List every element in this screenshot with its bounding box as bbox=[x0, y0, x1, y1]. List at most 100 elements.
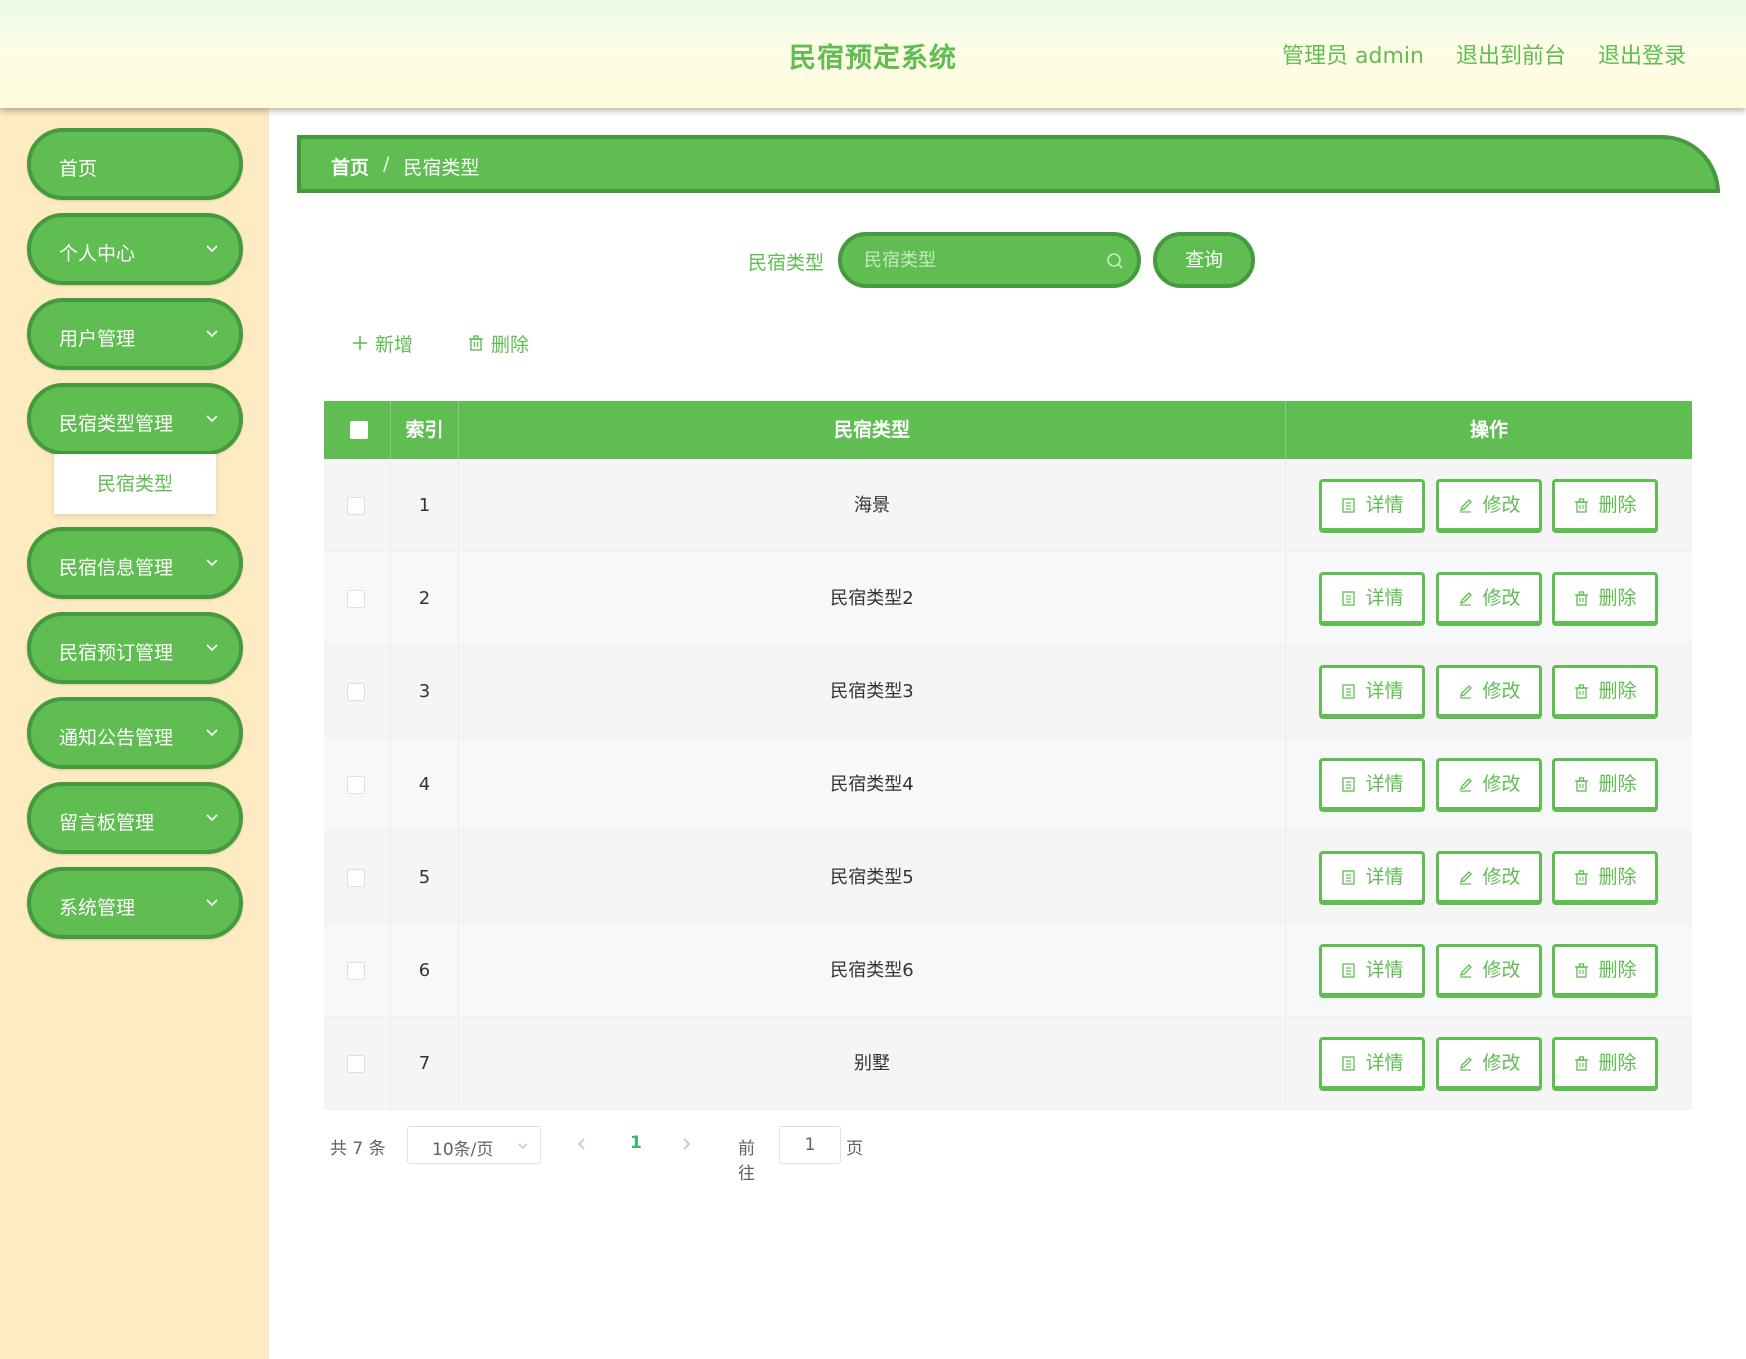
edit-button-label: 修改 bbox=[1482, 493, 1521, 516]
row-checkbox[interactable] bbox=[347, 869, 365, 887]
detail-button[interactable]: 详情 bbox=[1319, 851, 1425, 905]
current-page[interactable]: 1 bbox=[630, 1133, 642, 1153]
sidebar-item-label: 系统管理 bbox=[59, 897, 136, 919]
delete-button-label: 删除 bbox=[1598, 772, 1637, 795]
page-size-select[interactable]: 10条/页 bbox=[407, 1126, 541, 1164]
trash-icon bbox=[1575, 497, 1589, 513]
row-select-cell bbox=[324, 459, 391, 552]
delete-button[interactable]: 删除 bbox=[1552, 665, 1658, 719]
delete-button[interactable]: 删除 bbox=[1552, 479, 1658, 533]
edit-button[interactable]: 修改 bbox=[1436, 851, 1542, 905]
document-icon bbox=[1342, 776, 1356, 792]
detail-button-label: 详情 bbox=[1365, 493, 1404, 516]
row-homestay-type: 民宿类型3 bbox=[459, 645, 1286, 738]
sidebar-item-personal-center[interactable]: 个人中心 bbox=[27, 213, 243, 285]
breadcrumb-separator: / bbox=[383, 153, 390, 175]
edit-button[interactable]: 修改 bbox=[1436, 944, 1542, 998]
batch-delete-button[interactable]: 删除 bbox=[467, 328, 529, 358]
query-button[interactable]: 查询 bbox=[1153, 232, 1255, 288]
delete-button[interactable]: 删除 bbox=[1552, 851, 1658, 905]
detail-button[interactable]: 详情 bbox=[1319, 1037, 1425, 1091]
homestay-type-table: 索引 民宿类型 操作 1 海景 详情 修改 删除 2 民宿类型2 详情 修改 删除 3 民宿类型3 详情… bbox=[324, 401, 1692, 1110]
document-icon bbox=[1342, 1055, 1356, 1071]
row-homestay-type: 民宿类型4 bbox=[459, 738, 1286, 831]
row-checkbox[interactable] bbox=[347, 590, 365, 608]
delete-button[interactable]: 删除 bbox=[1552, 758, 1658, 812]
detail-button[interactable]: 详情 bbox=[1319, 758, 1425, 812]
header-links: 管理员 admin 退出到前台 退出登录 bbox=[1282, 38, 1686, 70]
row-select-cell bbox=[324, 831, 391, 924]
back-to-frontend-link[interactable]: 退出到前台 bbox=[1456, 38, 1566, 70]
sidebar-item-system-management[interactable]: 系统管理 bbox=[27, 867, 243, 939]
chevron-down-icon bbox=[206, 814, 218, 822]
detail-button-label: 详情 bbox=[1365, 679, 1404, 702]
edit-button[interactable]: 修改 bbox=[1436, 572, 1542, 626]
add-button[interactable]: 新增 bbox=[351, 328, 413, 358]
delete-button[interactable]: 删除 bbox=[1552, 944, 1658, 998]
delete-button-label: 删除 bbox=[1598, 586, 1637, 609]
breadcrumb: 首页 / 民宿类型 bbox=[331, 153, 479, 180]
breadcrumb-home[interactable]: 首页 bbox=[331, 153, 369, 180]
sidebar-item-label: 民宿类型管理 bbox=[59, 413, 174, 435]
row-checkbox[interactable] bbox=[347, 962, 365, 980]
edit-button[interactable]: 修改 bbox=[1436, 665, 1542, 719]
logout-link[interactable]: 退出登录 bbox=[1598, 38, 1686, 70]
chevron-down-icon bbox=[206, 729, 218, 737]
row-checkbox[interactable] bbox=[347, 1055, 365, 1073]
document-icon bbox=[1342, 497, 1356, 513]
row-checkbox[interactable] bbox=[347, 776, 365, 794]
sidebar-item-notice-management[interactable]: 通知公告管理 bbox=[27, 697, 243, 769]
submenu-item-homestay-type[interactable]: 民宿类型 bbox=[54, 454, 216, 514]
trash-icon bbox=[1575, 590, 1589, 606]
detail-button[interactable]: 详情 bbox=[1319, 944, 1425, 998]
search-field[interactable] bbox=[838, 232, 1141, 288]
sidebar-item-label: 民宿信息管理 bbox=[59, 557, 174, 579]
column-header-actions: 操作 bbox=[1469, 419, 1508, 441]
sidebar-item-homestay-info-management[interactable]: 民宿信息管理 bbox=[27, 527, 243, 599]
row-index: 4 bbox=[391, 738, 459, 831]
detail-button[interactable]: 详情 bbox=[1319, 479, 1425, 533]
row-select-cell bbox=[324, 645, 391, 738]
row-checkbox[interactable] bbox=[347, 497, 365, 515]
row-select-cell bbox=[324, 552, 391, 645]
edit-icon bbox=[1460, 870, 1473, 885]
search-input[interactable] bbox=[864, 246, 1094, 274]
sidebar-item-home[interactable]: 首页 bbox=[27, 128, 243, 200]
row-homestay-type: 民宿类型5 bbox=[459, 831, 1286, 924]
sidebar-item-label: 民宿预订管理 bbox=[59, 642, 174, 664]
sidebar-item-homestay-type-management[interactable]: 民宿类型管理 bbox=[27, 383, 243, 455]
page-suffix: 页 bbox=[846, 1139, 863, 1159]
row-index: 5 bbox=[391, 831, 459, 924]
detail-button-label: 详情 bbox=[1365, 586, 1404, 609]
select-all-checkbox[interactable] bbox=[350, 421, 368, 439]
table-row: 6 民宿类型6 详情 修改 删除 bbox=[324, 924, 1692, 1017]
sidebar-item-label: 首页 bbox=[59, 158, 98, 180]
chevron-right-icon[interactable] bbox=[678, 1136, 694, 1152]
delete-button-label: 删除 bbox=[1598, 958, 1637, 981]
table-row: 5 民宿类型5 详情 修改 删除 bbox=[324, 831, 1692, 924]
add-button-label: 新增 bbox=[375, 333, 414, 356]
goto-label: 前往 bbox=[738, 1139, 755, 1184]
row-checkbox[interactable] bbox=[347, 683, 365, 701]
chevron-left-icon[interactable] bbox=[574, 1136, 590, 1152]
delete-button[interactable]: 删除 bbox=[1552, 572, 1658, 626]
column-header-type: 民宿类型 bbox=[459, 401, 1286, 459]
delete-button[interactable]: 删除 bbox=[1552, 1037, 1658, 1091]
chevron-down-icon bbox=[206, 899, 218, 907]
detail-button[interactable]: 详情 bbox=[1319, 572, 1425, 626]
total-count: 共 7 条 bbox=[330, 1139, 386, 1159]
sidebar-item-booking-management[interactable]: 民宿预订管理 bbox=[27, 612, 243, 684]
sidebar-item-message-board-management[interactable]: 留言板管理 bbox=[27, 782, 243, 854]
top-header: 民宿预定系统 管理员 admin 退出到前台 退出登录 bbox=[0, 0, 1746, 108]
row-select-cell bbox=[324, 924, 391, 1017]
edit-button[interactable]: 修改 bbox=[1436, 479, 1542, 533]
chevron-down-icon bbox=[206, 245, 218, 253]
goto-page-input[interactable] bbox=[779, 1126, 841, 1164]
detail-button[interactable]: 详情 bbox=[1319, 665, 1425, 719]
edit-icon bbox=[1460, 498, 1473, 513]
admin-user-link[interactable]: 管理员 admin bbox=[1282, 38, 1424, 70]
sidebar-item-user-management[interactable]: 用户管理 bbox=[27, 298, 243, 370]
chevron-down-icon bbox=[206, 415, 218, 423]
edit-button[interactable]: 修改 bbox=[1436, 1037, 1542, 1091]
edit-button[interactable]: 修改 bbox=[1436, 758, 1542, 812]
